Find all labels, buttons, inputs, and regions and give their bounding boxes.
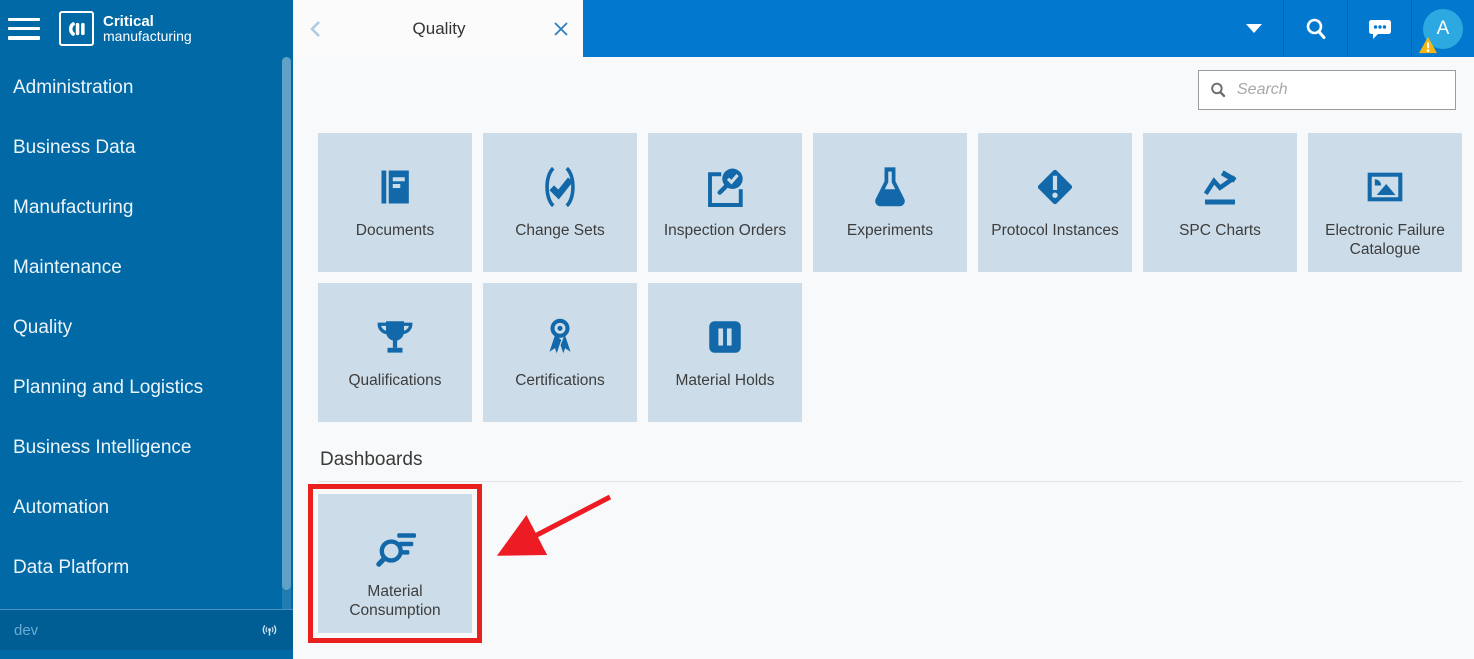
change-sets-icon xyxy=(536,163,584,211)
material-consumption-icon xyxy=(371,524,419,572)
tile-material-consumption[interactable]: Material Consumption xyxy=(318,494,472,633)
sidebar-item-label: Planning and Logistics xyxy=(13,377,203,399)
tab-title: Quality xyxy=(325,19,553,39)
sidebar-item-manufacturing[interactable]: Manufacturing xyxy=(0,178,281,238)
tile-label: Material Holds xyxy=(670,371,779,390)
tile-change-sets[interactable]: Change Sets xyxy=(483,133,637,272)
sidebar-item-label: Automation xyxy=(13,497,109,519)
sidebar-item-automation[interactable]: Automation xyxy=(0,478,281,538)
tile-experiments[interactable]: Experiments xyxy=(813,133,967,272)
spc-charts-icon xyxy=(1196,163,1244,211)
sidebar-item-business-intelligence[interactable]: Business Intelligence xyxy=(0,418,281,478)
brand-line2: manufacturing xyxy=(103,29,192,44)
sidebar-item-label: Administration xyxy=(13,77,133,99)
sidebar-item-label: Manufacturing xyxy=(13,197,133,219)
page-search[interactable] xyxy=(1198,70,1456,110)
tab-close-icon[interactable] xyxy=(553,21,569,37)
sidebar-item-administration[interactable]: Administration xyxy=(0,58,281,118)
sidebar-item-planning-and-logistics[interactable]: Planning and Logistics xyxy=(0,358,281,418)
tile-label: Documents xyxy=(351,221,439,240)
sidebar-item-label: Business Intelligence xyxy=(13,437,192,459)
tile-label: Certifications xyxy=(510,371,610,390)
search-icon xyxy=(1303,16,1329,42)
tile-label: Change Sets xyxy=(510,221,610,240)
sidebar-item-label: Quality xyxy=(13,317,72,339)
sidebar-scrollbar-thumb[interactable] xyxy=(282,57,291,590)
sidebar: Critical manufacturing Administration Bu… xyxy=(0,0,293,659)
dashboards-title: Dashboards xyxy=(320,449,1462,471)
tile-spc-charts[interactable]: SPC Charts xyxy=(1143,133,1297,272)
certifications-icon xyxy=(536,313,584,361)
tile-inspection-orders[interactable]: Inspection Orders xyxy=(648,133,802,272)
tile-electronic-failure-catalogue[interactable]: Electronic Failure Catalogue xyxy=(1308,133,1462,272)
tile-label: Experiments xyxy=(842,221,938,240)
tile-label: Inspection Orders xyxy=(659,221,791,240)
search-icon xyxy=(1209,80,1228,100)
sidebar-footer: dev xyxy=(0,609,293,650)
tab-back-chevron-icon[interactable] xyxy=(307,19,325,39)
topbar-actions: A xyxy=(1225,0,1474,57)
search-input[interactable] xyxy=(1237,81,1445,99)
sidebar-item-quality[interactable]: Quality xyxy=(0,298,281,358)
sidebar-item-label: Data Platform xyxy=(13,557,129,579)
sidebar-header: Critical manufacturing xyxy=(0,0,293,57)
tile-material-holds[interactable]: Material Holds xyxy=(648,283,802,422)
dashboards-divider xyxy=(318,481,1462,482)
tile-qualifications[interactable]: Qualifications xyxy=(318,283,472,422)
sidebar-item-business-data[interactable]: Business Data xyxy=(0,118,281,178)
experiments-icon xyxy=(866,163,914,211)
user-menu-button[interactable]: A xyxy=(1412,0,1474,57)
tile-label: Qualifications xyxy=(343,371,446,390)
tile-label: Material Consumption xyxy=(318,582,472,620)
sidebar-item-maintenance[interactable]: Maintenance xyxy=(0,238,281,298)
sidebar-item-data-platform[interactable]: Data Platform xyxy=(0,538,281,598)
sidebar-nav: Administration Business Data Manufacturi… xyxy=(0,58,281,598)
open-tabs-dropdown-button[interactable] xyxy=(1225,0,1283,57)
material-holds-icon xyxy=(701,313,749,361)
chat-icon xyxy=(1366,16,1394,42)
documents-icon xyxy=(371,163,419,211)
chevron-down-icon xyxy=(1246,24,1262,33)
tile-documents[interactable]: Documents xyxy=(318,133,472,272)
tile-label: Electronic Failure Catalogue xyxy=(1308,221,1462,259)
sidebar-item-label: Business Data xyxy=(13,137,136,159)
tile-label: SPC Charts xyxy=(1174,221,1266,240)
sidebar-item-label: Maintenance xyxy=(13,257,122,279)
quality-tiles-grid: Documents Change Sets Inspection Orders … xyxy=(318,133,1473,422)
global-search-button[interactable] xyxy=(1284,0,1347,57)
environment-label: dev xyxy=(14,622,38,639)
connectivity-antenna-icon[interactable] xyxy=(260,621,279,640)
sidebar-scrollbar[interactable] xyxy=(282,57,291,649)
main-content: Documents Change Sets Inspection Orders … xyxy=(293,57,1474,659)
topbar: Quality A xyxy=(293,0,1474,57)
tile-label: Protocol Instances xyxy=(986,221,1124,240)
inspection-orders-icon xyxy=(701,163,749,211)
brand-line1: Critical xyxy=(103,14,192,29)
brand-text: Critical manufacturing xyxy=(103,14,192,44)
dashboards-section: Dashboards Material Consumption xyxy=(318,449,1462,633)
qualifications-icon xyxy=(371,313,419,361)
tile-protocol-instances[interactable]: Protocol Instances xyxy=(978,133,1132,272)
hamburger-menu-icon[interactable] xyxy=(8,17,40,41)
electronic-failure-catalogue-icon xyxy=(1361,163,1409,211)
dashboards-tiles: Material Consumption xyxy=(318,494,1462,633)
critical-manufacturing-logo-icon xyxy=(59,11,94,46)
tab-quality[interactable]: Quality xyxy=(293,0,583,57)
messages-button[interactable] xyxy=(1348,0,1411,57)
warning-icon xyxy=(1418,36,1438,54)
protocol-instances-icon xyxy=(1031,163,1079,211)
tile-certifications[interactable]: Certifications xyxy=(483,283,637,422)
